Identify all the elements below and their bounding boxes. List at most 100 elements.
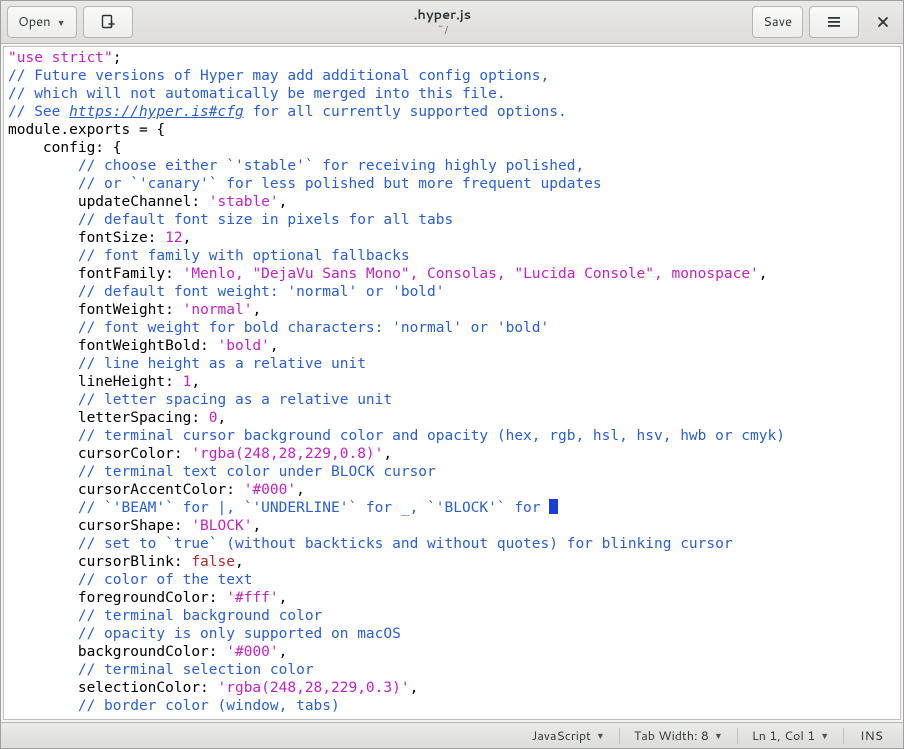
code-token: fontFamily: — [8, 266, 183, 282]
status-tab-width-label: Tab Width: 8 — [634, 727, 709, 745]
code-token — [8, 284, 78, 300]
code-line: fontWeight: 'normal', — [8, 301, 896, 319]
code-line: // See https://hyper.is#cfg for all curr… — [8, 103, 896, 121]
cursor-block — [549, 499, 558, 514]
code-line: // default font size in pixels for all t… — [8, 211, 896, 229]
code-line: // color of the text — [8, 571, 896, 589]
code-token: // default font weight: 'normal' or 'bol… — [78, 284, 445, 300]
close-button[interactable] — [869, 8, 897, 36]
code-token — [8, 428, 78, 444]
code-token: // opacity is only supported on macOS — [78, 626, 401, 642]
code-token — [8, 626, 78, 642]
headerbar: Open ▼ .hyper.js ~/ Save — [1, 1, 903, 44]
code-token: selectionColor: — [8, 680, 218, 696]
code-line: // terminal background color — [8, 607, 896, 625]
code-line: // default font weight: 'normal' or 'bol… — [8, 283, 896, 301]
code-token — [8, 356, 78, 372]
code-line: updateChannel: 'stable', — [8, 193, 896, 211]
code-line: // border color (window, tabs) — [8, 697, 896, 715]
code-token: 'rgba(248,28,229,0.8)' — [191, 446, 383, 462]
code-token: false — [191, 554, 235, 570]
status-position-label: Ln 1, Col 1 — [752, 727, 815, 745]
code-token: config: { — [8, 140, 122, 156]
code-token: // default font size in pixels for all t… — [78, 212, 453, 228]
file-subtitle: ~/ — [139, 24, 747, 36]
code-token — [8, 536, 78, 552]
status-language[interactable]: JavaScript ▼ — [522, 727, 615, 745]
status-separator — [737, 728, 738, 744]
code-line: module.exports = { — [8, 121, 896, 139]
code-line: cursorBlink: false, — [8, 553, 896, 571]
code-token: lineHeight: — [8, 374, 183, 390]
code-token: , — [191, 374, 200, 390]
code-token: updateChannel: — [8, 194, 209, 210]
code-line: selectionColor: 'rgba(248,28,229,0.3)', — [8, 679, 896, 697]
code-token: 'normal' — [183, 302, 253, 318]
status-tab-width[interactable]: Tab Width: 8 ▼ — [624, 727, 733, 745]
code-line: // Future versions of Hyper may add addi… — [8, 67, 896, 85]
code-token: // color of the text — [78, 572, 253, 588]
code-token: 0 — [209, 410, 218, 426]
code-token: // font weight for bold characters: 'nor… — [78, 320, 549, 336]
code-token — [8, 572, 78, 588]
status-separator — [619, 728, 620, 744]
headerbar-right: Save — [752, 6, 897, 38]
code-token — [8, 698, 78, 714]
code-editor[interactable]: "use strict";// Future versions of Hyper… — [3, 46, 901, 720]
new-tab-button[interactable] — [83, 6, 133, 38]
status-language-label: JavaScript — [532, 727, 591, 745]
code-token: fontSize: — [8, 230, 165, 246]
headerbar-left: Open ▼ — [7, 6, 133, 38]
status-separator — [843, 728, 844, 744]
code-token — [8, 212, 78, 228]
code-token: '#000' — [226, 644, 278, 660]
code-token: "use strict" — [8, 50, 113, 66]
code-line: // letter spacing as a relative unit — [8, 391, 896, 409]
chevron-down-icon: ▼ — [596, 729, 605, 742]
menu-button[interactable] — [809, 6, 859, 38]
status-ins-label: INS — [860, 727, 883, 745]
code-line: // choose either `'stable'` for receivin… — [8, 157, 896, 175]
code-token: for all currently supported options. — [244, 104, 567, 120]
code-line: "use strict"; — [8, 49, 896, 67]
code-token: // terminal selection color — [78, 662, 314, 678]
code-line: fontFamily: 'Menlo, "DejaVu Sans Mono", … — [8, 265, 896, 283]
code-line: // opacity is only supported on macOS — [8, 625, 896, 643]
code-line: fontSize: 12, — [8, 229, 896, 247]
code-token — [8, 248, 78, 264]
save-button[interactable]: Save — [752, 6, 803, 38]
code-token: // which will not automatically be merge… — [8, 86, 506, 102]
code-line: // line height as a relative unit — [8, 355, 896, 373]
close-icon — [877, 16, 889, 28]
statusbar: JavaScript ▼ Tab Width: 8 ▼ Ln 1, Col 1 … — [1, 722, 903, 748]
code-token — [8, 320, 78, 336]
open-button[interactable]: Open ▼ — [7, 6, 77, 38]
code-token: 'Menlo, "DejaVu Sans Mono", Consolas, "L… — [183, 266, 759, 282]
code-token: , — [759, 266, 768, 282]
new-document-icon — [100, 14, 116, 30]
code-token: // font family with optional fallbacks — [78, 248, 410, 264]
status-insert-mode[interactable]: INS — [848, 727, 895, 745]
code-token — [8, 392, 78, 408]
code-token — [8, 176, 78, 192]
chevron-down-icon: ▼ — [714, 729, 723, 742]
code-token: backgroundColor: — [8, 644, 226, 660]
code-token: // line height as a relative unit — [78, 356, 366, 372]
code-line: cursorColor: 'rgba(248,28,229,0.8)', — [8, 445, 896, 463]
code-token — [8, 662, 78, 678]
code-line: foregroundColor: '#fff', — [8, 589, 896, 607]
save-button-label: Save — [763, 13, 792, 31]
code-line: letterSpacing: 0, — [8, 409, 896, 427]
status-cursor-position[interactable]: Ln 1, Col 1 ▼ — [742, 727, 839, 745]
code-line: lineHeight: 1, — [8, 373, 896, 391]
code-token: // terminal background color — [78, 608, 322, 624]
code-token: // terminal text color under BLOCK curso… — [78, 464, 436, 480]
code-token: , — [383, 446, 392, 462]
code-token: '#fff' — [226, 590, 278, 606]
code-token: , — [279, 590, 288, 606]
chevron-down-icon: ▼ — [57, 16, 66, 29]
code-line: cursorAccentColor: '#000', — [8, 481, 896, 499]
code-line: // `'BEAM'` for |, `'UNDERLINE'` for _, … — [8, 499, 896, 517]
code-line: config: { — [8, 139, 896, 157]
code-line: backgroundColor: '#000', — [8, 643, 896, 661]
